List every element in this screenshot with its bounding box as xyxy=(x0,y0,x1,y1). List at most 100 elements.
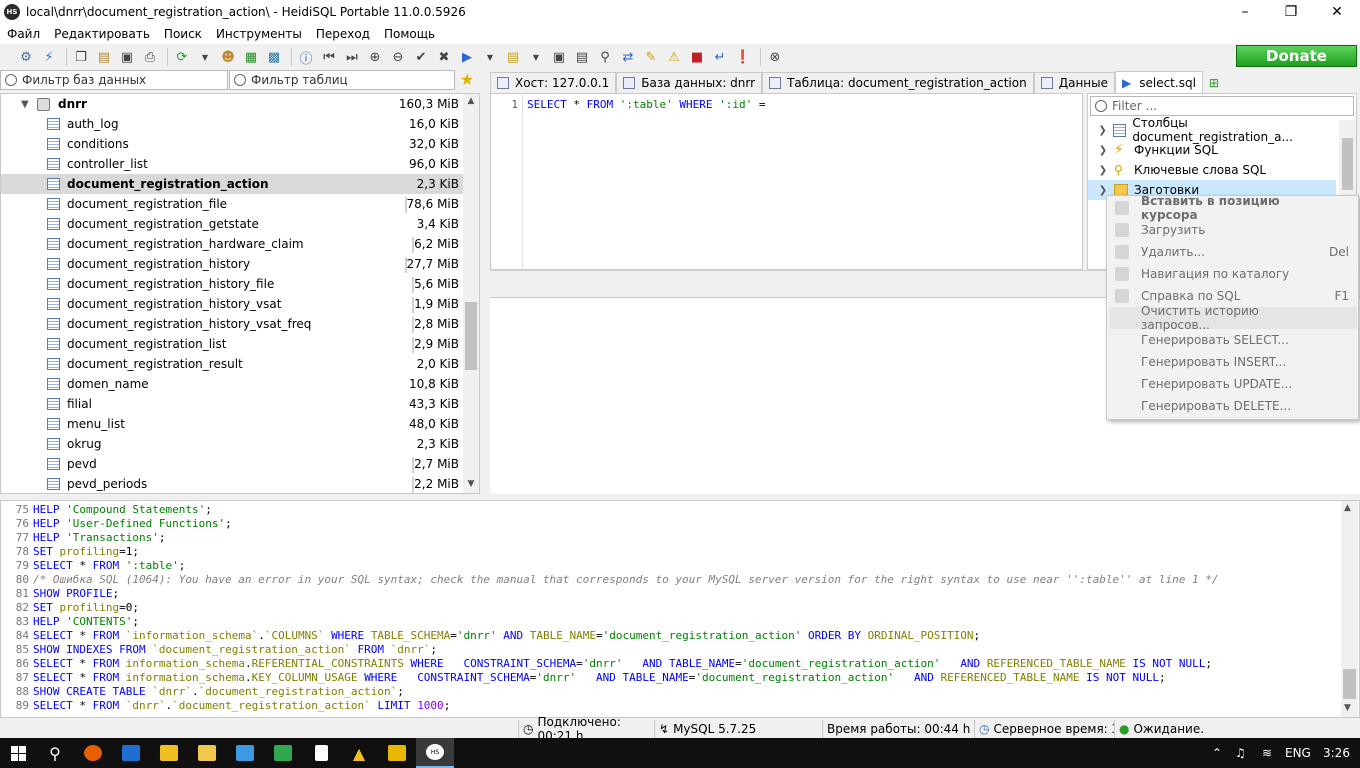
table-filter-input[interactable]: Фильтр таблиц xyxy=(229,70,455,90)
scroll-down-icon[interactable]: ▼ xyxy=(1344,703,1351,713)
windows-start-icon[interactable] xyxy=(0,738,36,768)
save-sql-icon[interactable]: ▣ xyxy=(549,47,569,67)
replace-icon[interactable]: ⇄ xyxy=(618,47,638,67)
tree-table-item[interactable]: document_registration_action 2,3 KiB xyxy=(1,174,463,194)
warning-icon[interactable]: ⚠ xyxy=(664,47,684,67)
tree-scrollbar[interactable] xyxy=(463,94,479,493)
wrap-icon[interactable]: ↵ xyxy=(710,47,730,67)
tree-table-item[interactable]: filial 43,3 KiB xyxy=(1,394,463,414)
disconnect-icon[interactable]: ❗ xyxy=(733,47,753,67)
maximize-button[interactable]: ❐ xyxy=(1268,0,1314,24)
add-row-icon[interactable]: ⊕ xyxy=(365,47,385,67)
print-icon[interactable]: ⎙ xyxy=(140,47,160,67)
sql-log[interactable]: 75 HELP 'Compound Statements'; 76 HELP 'Use… xyxy=(0,500,1360,718)
tab-data[interactable]: Данные xyxy=(1033,72,1115,93)
find-icon[interactable]: ⚲ xyxy=(595,47,615,67)
context-menu-item[interactable]: Навигация по каталогу xyxy=(1109,263,1357,285)
donate-button[interactable]: Donate xyxy=(1236,45,1357,67)
search-icon[interactable]: ⚲ xyxy=(36,738,74,768)
first-icon[interactable]: ⏮ xyxy=(319,47,339,67)
helper-item-functions[interactable]: ❯ ⚡ Функции SQL xyxy=(1088,140,1338,160)
scroll-up-icon[interactable]: ▲ xyxy=(465,96,477,108)
tree-table-item[interactable]: auth_log 16,0 KiB xyxy=(1,114,463,134)
tree-table-item[interactable]: menu_list 48,0 KiB xyxy=(1,414,463,434)
network-icon[interactable]: ≋ xyxy=(1262,738,1272,768)
context-menu-item[interactable]: Генерировать DELETE... xyxy=(1109,395,1357,417)
tab-query[interactable]: ▶ select.sql xyxy=(1115,71,1203,93)
paste-icon[interactable]: ▤ xyxy=(94,47,114,67)
tree-table-item[interactable]: document_registration_list 2,9 MiB xyxy=(1,334,463,354)
session-manager-icon[interactable]: ⚙ xyxy=(16,47,36,67)
save-icon[interactable]: ▣ xyxy=(117,47,137,67)
context-menu-item[interactable]: Загрузить xyxy=(1109,219,1357,241)
tab-database[interactable]: База данных: dnrr xyxy=(616,72,763,93)
heidisql-taskbar-icon[interactable]: HS xyxy=(416,738,454,768)
tray-chevron-icon[interactable]: ⌃ xyxy=(1212,738,1222,768)
menu-file[interactable]: Файл xyxy=(0,27,47,41)
notepad-icon[interactable] xyxy=(302,738,340,768)
tree-table-item[interactable]: document_registration_history_file 5,6 Mi… xyxy=(1,274,463,294)
maintenance-icon[interactable]: ▦ xyxy=(241,47,261,67)
menu-search[interactable]: Поиск xyxy=(157,27,209,41)
tree-table-item[interactable]: conditions 32,0 KiB xyxy=(1,134,463,154)
dropdown-arrow-icon[interactable]: ▼ xyxy=(526,47,546,67)
app-triangle-icon[interactable]: ▲ xyxy=(340,738,378,768)
copy-icon[interactable]: ❐ xyxy=(71,47,91,67)
menu-edit[interactable]: Редактировать xyxy=(47,27,157,41)
tree-table-item[interactable]: okrug 2,3 KiB xyxy=(1,434,463,454)
cancel-icon[interactable]: ✖ xyxy=(434,47,454,67)
clock[interactable]: 3:26 xyxy=(1323,738,1350,768)
delete-row-icon[interactable]: ⊖ xyxy=(388,47,408,67)
context-menu-item[interactable]: Удалить... Del xyxy=(1109,241,1357,263)
app-blue-icon[interactable] xyxy=(112,738,150,768)
menu-tools[interactable]: Инструменты xyxy=(209,27,309,41)
firefox-icon[interactable] xyxy=(74,738,112,768)
tree-table-item[interactable]: controller_list 96,0 KiB xyxy=(1,154,463,174)
context-menu-item[interactable]: Генерировать SELECT... xyxy=(1109,329,1357,351)
format-icon[interactable]: ✎ xyxy=(641,47,661,67)
last-icon[interactable]: ⏭ xyxy=(342,47,362,67)
connect-icon[interactable]: ⚡ xyxy=(39,47,59,67)
chevron-down-icon[interactable]: ▼ xyxy=(21,99,33,110)
editor-code-line[interactable]: SELECT * FROM ':table' WHERE ':id' = xyxy=(527,98,765,111)
help-icon[interactable]: ⓘ xyxy=(296,47,316,67)
app-window-icon[interactable] xyxy=(226,738,264,768)
tree-table-item[interactable]: pevd 2,7 MiB xyxy=(1,454,463,474)
scroll-down-icon[interactable]: ▼ xyxy=(465,479,477,491)
export-icon[interactable]: ▩ xyxy=(264,47,284,67)
tree-table-item[interactable]: document_registration_getstate 3,4 KiB xyxy=(1,214,463,234)
context-menu-item[interactable]: Генерировать UPDATE... xyxy=(1109,373,1357,395)
helper-item-columns[interactable]: ❯ Столбцы document_registration_a... xyxy=(1088,116,1338,144)
close-button[interactable]: ✕ xyxy=(1314,0,1360,24)
tree-table-item[interactable]: pevd_periods 2,2 MiB xyxy=(1,474,463,493)
user-manager-icon[interactable]: ☻ xyxy=(218,47,238,67)
explorer-folder-icon[interactable] xyxy=(188,738,226,768)
database-tree[interactable]: ▼ dnrr 160,3 MiB auth_log 16,0 KiB conditions… xyxy=(0,93,480,494)
save-snippet-icon[interactable]: ▤ xyxy=(572,47,592,67)
helper-scrollbar-thumb[interactable] xyxy=(1342,138,1353,190)
db-filter-input[interactable]: Фильтр баз данных xyxy=(0,70,228,90)
context-menu-item[interactable]: Очистить историю запросов... xyxy=(1109,304,1357,332)
sql-editor[interactable] xyxy=(490,93,1083,270)
scroll-up-icon[interactable]: ▲ xyxy=(1344,503,1351,513)
post-icon[interactable]: ✔ xyxy=(411,47,431,67)
exit-icon[interactable]: ⊗ xyxy=(765,47,785,67)
helper-filter-input[interactable]: Filter ... xyxy=(1090,96,1354,116)
minimize-button[interactable]: – xyxy=(1222,0,1268,24)
tree-table-item[interactable]: document_registration_history_vsat 1,9 Mi… xyxy=(1,294,463,314)
tree-table-item[interactable]: document_registration_hardware_claim 6,2 … xyxy=(1,234,463,254)
tree-root-database[interactable]: ▼ dnrr 160,3 MiB xyxy=(1,94,463,114)
tab-table[interactable]: Таблица: document_registration_action xyxy=(762,72,1034,93)
new-query-tab-button[interactable]: ⊞ xyxy=(1203,72,1225,93)
refresh-icon[interactable]: ⟳ xyxy=(172,47,192,67)
stop-on-error-icon[interactable]: ■ xyxy=(687,47,707,67)
menu-help[interactable]: Помощь xyxy=(377,27,442,41)
load-sql-icon[interactable]: ▤ xyxy=(503,47,523,67)
app-green-icon[interactable] xyxy=(264,738,302,768)
tree-scrollbar-thumb[interactable] xyxy=(465,302,477,370)
volume-icon[interactable]: ♫ xyxy=(1235,738,1246,768)
favorite-star-icon[interactable]: ★ xyxy=(458,71,476,89)
dropdown-arrow-icon[interactable]: ▼ xyxy=(480,47,500,67)
app-yellow-icon[interactable] xyxy=(378,738,416,768)
context-menu-item[interactable]: Вставить в позицию курсора xyxy=(1109,194,1357,222)
